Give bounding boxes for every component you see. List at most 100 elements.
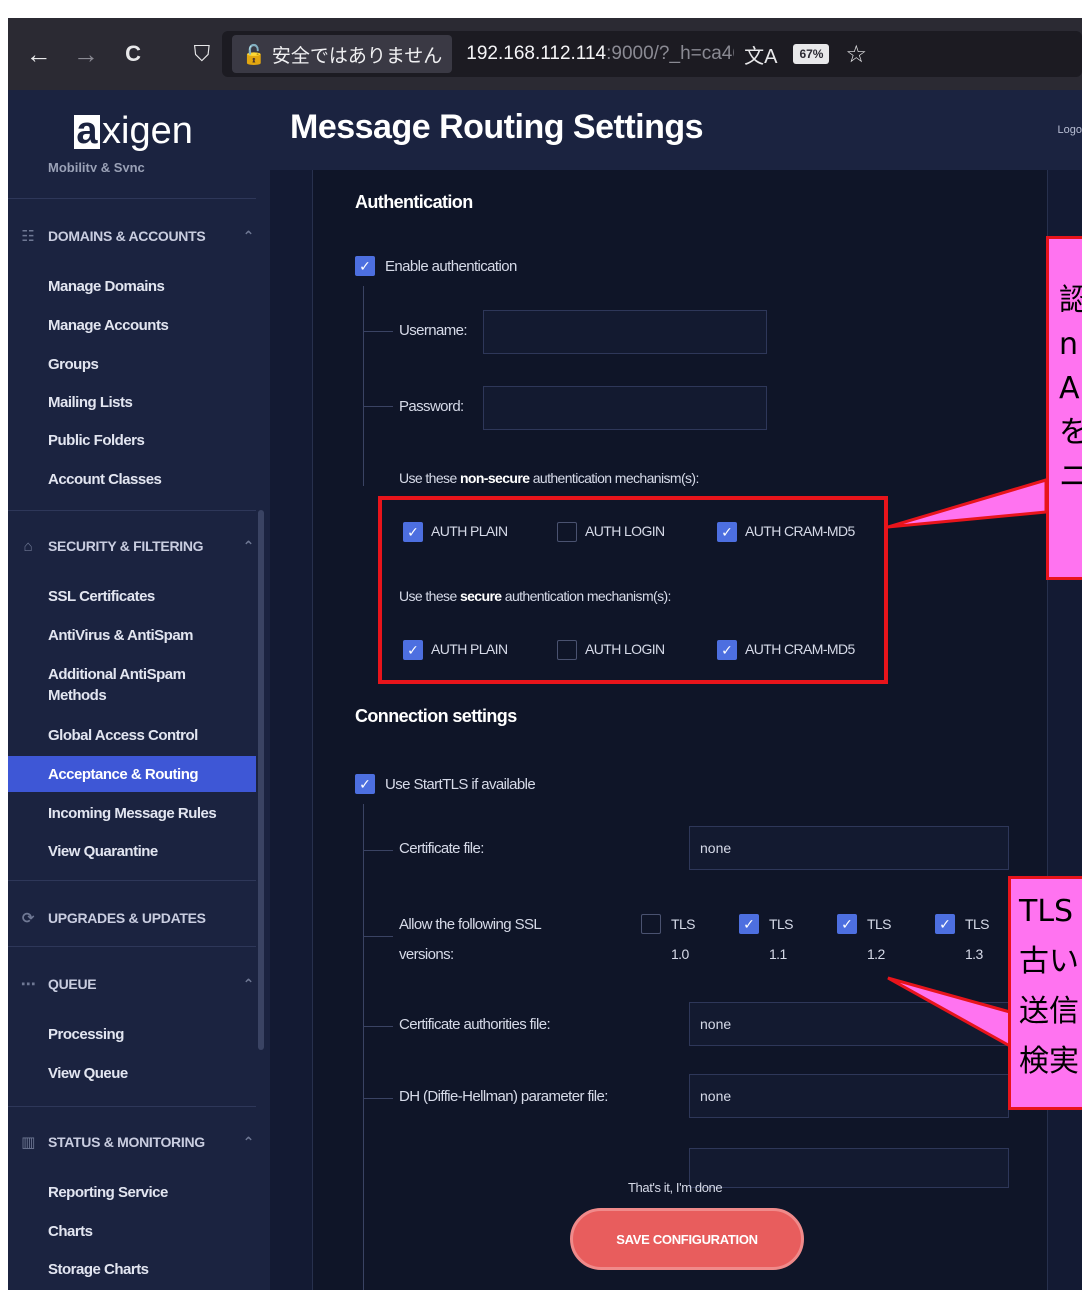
sidebar-divider [8, 510, 256, 511]
tls-1-2-checkbox[interactable]: ✓ [837, 914, 857, 934]
callout-tls-line: 検実 [1019, 1044, 1079, 1079]
sidebar-item-mailing-lists[interactable]: Mailing Lists [48, 394, 133, 411]
sidebar-section-security[interactable]: ⌂ SECURITY & FILTERING ⌃ [8, 526, 270, 566]
tls-1-3-version: 1.3 [965, 946, 983, 962]
sidebar-item-view-queue[interactable]: View Queue [48, 1065, 128, 1082]
queue-icon: ⋯ [20, 976, 36, 993]
sidebar-item-processing[interactable]: Processing [48, 1026, 124, 1043]
chevron-up-icon: ⌃ [242, 975, 255, 992]
tls-1-1-version: 1.1 [769, 946, 787, 962]
tree-line [363, 804, 364, 1290]
callout-auth-line: ニ [1059, 455, 1082, 499]
sidebar-item-view-quarantine[interactable]: View Quarantine [48, 843, 158, 860]
browser-toolbar: ← → C ⛉ 🔓 安全ではありません 192.168.112.114 :900… [8, 18, 1082, 90]
logo-text: xigen [102, 110, 193, 152]
ca-file-input[interactable]: none [689, 1002, 1009, 1046]
sidebar-item-global-access-control[interactable]: Global Access Control [48, 727, 198, 744]
insecure-label: 安全ではありません [271, 44, 443, 67]
next-field-input[interactable] [689, 1148, 1009, 1188]
url-path: :9000/?_h=ca46df3504 [606, 43, 734, 64]
sidebar-item-incoming-message-rules[interactable]: Incoming Message Rules [48, 805, 217, 822]
password-input[interactable] [483, 386, 767, 430]
tls-1-0-checkbox[interactable] [641, 914, 661, 934]
section-label: QUEUE [48, 976, 97, 992]
sidebar-section-queue[interactable]: ⋯ QUEUE ⌃ [8, 964, 270, 1004]
tls-1-2-label: TLS [867, 916, 891, 932]
sidebar-item-reporting-service[interactable]: Reporting Service [48, 1184, 168, 1201]
username-label: Username: [399, 322, 468, 339]
translate-icon[interactable]: 文A [744, 40, 777, 69]
sidebar-item-charts[interactable]: Charts [48, 1223, 93, 1240]
tree-branch [363, 406, 393, 407]
sidebar-item-manage-accounts[interactable]: Manage Accounts [48, 317, 169, 334]
chevron-up-icon: ⌃ [242, 227, 255, 244]
lock-icon: ⌂ [23, 537, 33, 555]
ssl-versions-label-2: versions: [399, 946, 454, 963]
chevron-up-icon: ⌃ [242, 537, 255, 554]
address-bar[interactable]: 🔓 安全ではありません 192.168.112.114 :9000/?_h=ca… [222, 31, 1082, 77]
zoom-level[interactable]: 67% [793, 44, 830, 64]
sidebar-item-ssl-certificates[interactable]: SSL Certificates [48, 588, 155, 605]
tree-branch [363, 1098, 393, 1099]
tls-1-1-checkbox[interactable]: ✓ [739, 914, 759, 934]
enable-auth-checkbox[interactable]: ✓ [355, 256, 375, 276]
domains-icon: ☷ [21, 228, 35, 245]
tree-branch [363, 936, 393, 937]
sidebar-item-public-folders[interactable]: Public Folders [48, 432, 145, 449]
tls-1-0-label: TLS [671, 916, 695, 932]
sidebar-item-antivirus[interactable]: AntiVirus & AntiSpam [48, 627, 194, 644]
sidebar-section-domains[interactable]: ☷ DOMAINS & ACCOUNTS ⌃ [8, 216, 270, 256]
enable-auth-label: Enable authentication [385, 258, 517, 275]
settings-panel: Authentication ✓ Enable authentication U… [312, 170, 1048, 1290]
insecure-badge[interactable]: 🔓 安全ではありません [232, 35, 453, 73]
sidebar: a xigen Mobility & Sync ☷ DOMAINS & ACCO… [8, 90, 270, 1290]
sidebar-item-account-classes[interactable]: Account Classes [48, 471, 162, 488]
bookmark-star-icon[interactable]: ☆ [845, 40, 867, 69]
chevron-up-icon: ⌃ [242, 1133, 255, 1150]
sidebar-section-status[interactable]: ▥ STATUS & MONITORING ⌃ [8, 1122, 270, 1162]
shield-icon[interactable]: ⛉ [194, 41, 211, 67]
forward-icon[interactable]: → [69, 37, 102, 71]
axigen-app: a xigen Mobility & Sync ☷ DOMAINS & ACCO… [8, 90, 1082, 1290]
dh-file-input[interactable]: none [689, 1074, 1009, 1118]
sidebar-item-manage-domains[interactable]: Manage Domains [48, 278, 165, 295]
page-title: Message Routing Settings [290, 108, 704, 146]
callout-tls-note: TLS 古い 送信 検実 [1008, 876, 1082, 1110]
tls-1-3-checkbox[interactable]: ✓ [935, 914, 955, 934]
sidebar-divider [8, 198, 256, 199]
ssl-versions-label: Allow the following SSL [399, 916, 542, 933]
callout-tls-line: 古い [1019, 944, 1079, 979]
dh-file-label: DH (Diffie-Hellman) parameter file: [399, 1088, 608, 1105]
section-label: SECURITY & FILTERING [48, 538, 204, 554]
sidebar-section-upgrades[interactable]: ⟳ UPGRADES & UPDATES [8, 898, 270, 938]
username-input[interactable] [483, 310, 767, 354]
callout-auth-line: 認 [1059, 279, 1082, 323]
back-icon[interactable]: ← [22, 37, 55, 71]
axigen-logo[interactable]: a xigen [74, 110, 193, 153]
tls-1-2-version: 1.2 [867, 946, 885, 962]
sidebar-item-cut[interactable]: Mobility & Sync [48, 160, 145, 172]
sidebar-item-groups[interactable]: Groups [48, 356, 99, 373]
sidebar-item-additional-antispam[interactable]: Additional AntiSpam [48, 666, 186, 683]
sidebar-item-additional-antispam-2[interactable]: Methods [48, 687, 107, 704]
certificate-file-label: Certificate file: [399, 840, 484, 857]
logo-letter: a [74, 110, 100, 152]
callout-tls-line: 送信 [1019, 994, 1079, 1029]
nonsecure-mechanisms-label: Use these non-secure authentication mech… [399, 470, 699, 486]
main-header: Message Routing Settings Logo [270, 90, 1082, 170]
starttls-checkbox[interactable]: ✓ [355, 774, 375, 794]
tree-branch [363, 850, 393, 851]
save-configuration-button[interactable]: SAVE CONFIGURATION [570, 1208, 804, 1270]
sidebar-scrollbar[interactable] [258, 510, 264, 1050]
sidebar-item-acceptance-routing[interactable]: Acceptance & Routing [8, 756, 256, 792]
section-label: DOMAINS & ACCOUNTS [48, 228, 206, 244]
reload-icon[interactable]: C [116, 37, 149, 71]
sidebar-item-storage-charts[interactable]: Storage Charts [48, 1261, 149, 1278]
tree-branch [363, 331, 393, 332]
authentication-title: Authentication [355, 192, 473, 212]
tls-1-3-label: TLS [965, 916, 989, 932]
nonsecure-prefix: Use these [399, 470, 460, 486]
certificate-file-input[interactable]: none [689, 826, 1009, 870]
logout-link[interactable]: Logo [1058, 124, 1082, 136]
callout-auth-line: を [1059, 411, 1082, 455]
